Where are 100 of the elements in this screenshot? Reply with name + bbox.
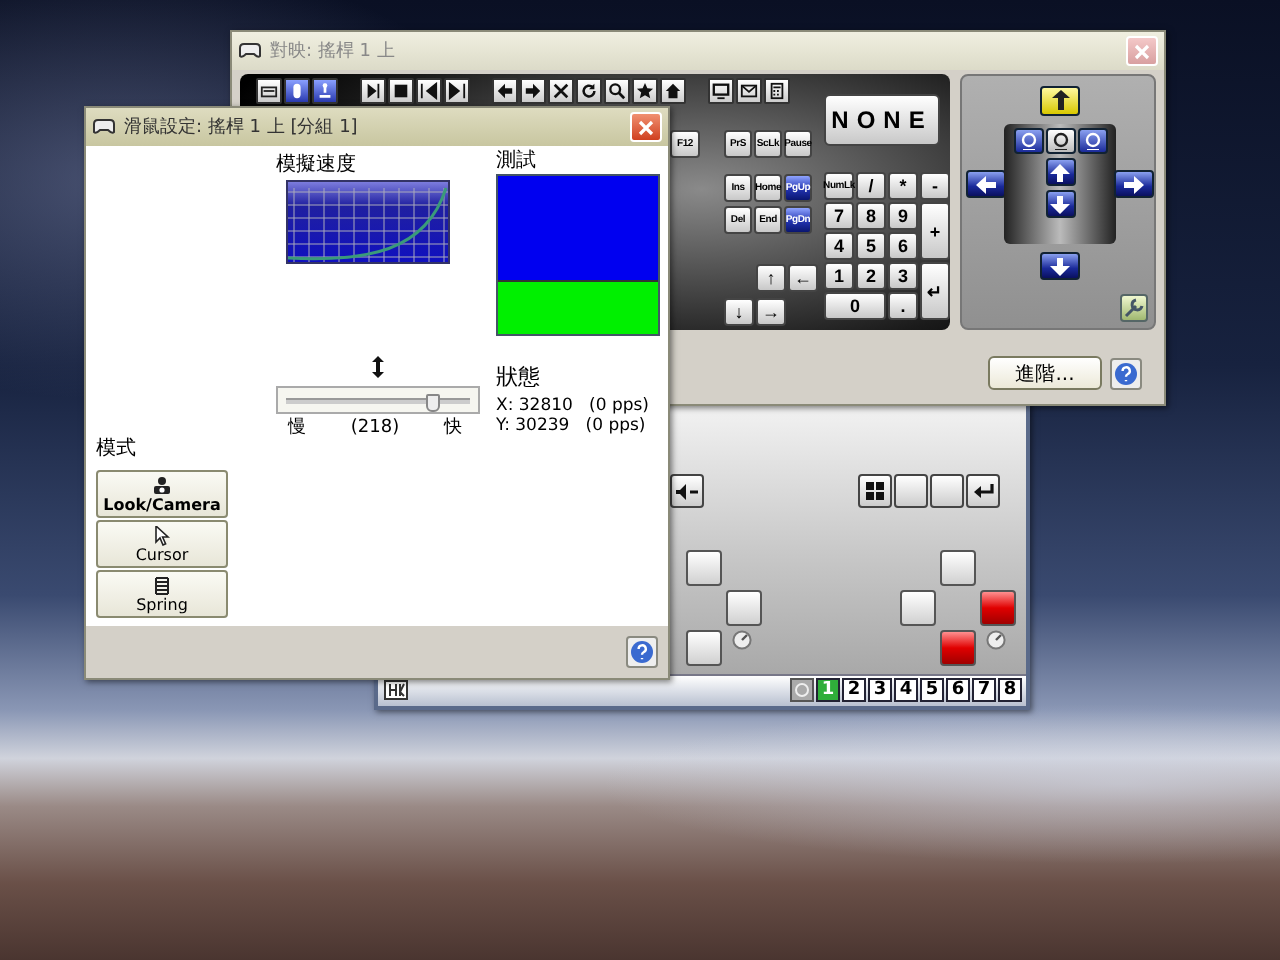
- enter-arrow-icon: [973, 483, 993, 499]
- up-button[interactable]: [1040, 85, 1080, 115]
- pad-key[interactable]: [940, 630, 976, 666]
- page-tab[interactable]: 4: [894, 678, 918, 702]
- cross-icon: [552, 82, 570, 100]
- toolbar-button[interactable]: [444, 78, 470, 104]
- monitor-icon: [712, 82, 730, 100]
- keyboard-key[interactable]: +: [920, 202, 950, 260]
- keyboard-key[interactable]: ←: [788, 264, 818, 292]
- camera-icon: [152, 475, 172, 495]
- none-button[interactable]: NONE: [824, 94, 940, 146]
- pad-key[interactable]: [980, 590, 1016, 626]
- toolbar-button[interactable]: [548, 78, 574, 104]
- status-text: X: 32810 (0 pps): [496, 396, 651, 416]
- advanced-button[interactable]: 進階...: [988, 356, 1102, 390]
- toolbar-button[interactable]: [764, 78, 790, 104]
- speed-slider[interactable]: [276, 386, 480, 414]
- toolbar-button[interactable]: [388, 78, 414, 104]
- keyboard-key[interactable]: [858, 474, 892, 508]
- keyboard-key[interactable]: 0: [824, 292, 886, 320]
- up-arrow-icon: [1051, 90, 1069, 110]
- help-button[interactable]: [1110, 357, 1142, 389]
- keyboard-key[interactable]: →: [756, 298, 786, 326]
- keyboard-key[interactable]: -: [920, 172, 950, 200]
- star-icon: [636, 82, 654, 100]
- close-button[interactable]: [630, 112, 662, 142]
- toolbar-button[interactable]: [312, 78, 338, 104]
- keyboard-key[interactable]: 3: [888, 262, 918, 290]
- pad-key[interactable]: [900, 590, 936, 626]
- toolbar-button[interactable]: [632, 78, 658, 104]
- keyboard-key[interactable]: ↑: [756, 264, 786, 292]
- keyboard-key[interactable]: ↵: [920, 262, 950, 320]
- keyboard-key[interactable]: 1: [824, 262, 854, 290]
- dial-icon: [986, 630, 1006, 650]
- next-icon: [448, 82, 466, 100]
- keyboard-mode-icon: [384, 680, 408, 700]
- view-button[interactable]: [1045, 128, 1075, 154]
- toolbar-button[interactable]: [360, 78, 386, 104]
- pad-key[interactable]: [686, 550, 722, 586]
- pad-key[interactable]: [940, 550, 976, 586]
- keyboard-key[interactable]: 6: [888, 232, 918, 260]
- pad-key[interactable]: [726, 590, 762, 626]
- keyboard-key[interactable]: 7: [824, 202, 854, 230]
- toolbar-button[interactable]: [492, 78, 518, 104]
- toolbar-button[interactable]: [284, 78, 310, 104]
- page-tab[interactable]: 8: [998, 678, 1022, 702]
- keyboard-key[interactable]: [930, 474, 964, 508]
- keyboard-key[interactable]: *: [888, 172, 918, 200]
- toolbar-button[interactable]: [604, 78, 630, 104]
- keyboard-key[interactable]: [894, 474, 928, 508]
- keyboard-key[interactable]: 2: [856, 262, 886, 290]
- forward-button[interactable]: [1045, 158, 1075, 186]
- mode-button[interactable]: Spring: [96, 570, 228, 618]
- home-icon: [664, 82, 682, 100]
- toolbar-button[interactable]: [736, 78, 762, 104]
- up-arrow-icon: [1050, 163, 1070, 181]
- down-button[interactable]: [1040, 252, 1080, 280]
- left-arrow-icon: [496, 82, 514, 100]
- keyboard-key[interactable]: 4: [824, 232, 854, 260]
- page-tab[interactable]: 3: [868, 678, 892, 702]
- page-tab[interactable]: 2: [842, 678, 866, 702]
- slider-thumb[interactable]: [425, 394, 440, 412]
- joystick-icon: [316, 82, 334, 100]
- close-icon: [638, 119, 654, 135]
- wrench-button[interactable]: [1120, 294, 1148, 322]
- right-button[interactable]: [1114, 170, 1154, 198]
- keyboard-key[interactable]: [966, 474, 1000, 508]
- toolbar-button[interactable]: [256, 78, 282, 104]
- mode-button[interactable]: Look/Camera: [96, 470, 228, 518]
- keyboard-key[interactable]: 5: [856, 232, 886, 260]
- head-left-icon: [1019, 132, 1037, 150]
- test-label: 測試: [496, 147, 538, 174]
- toolbar-button[interactable]: [416, 78, 442, 104]
- toolbar-button[interactable]: [660, 78, 686, 104]
- toolbar-button[interactable]: [708, 78, 734, 104]
- grid-icon: [790, 678, 814, 702]
- view-button[interactable]: [1077, 128, 1107, 154]
- mode-button[interactable]: Cursor: [96, 520, 228, 568]
- search-icon: [608, 82, 626, 100]
- keyboard-key[interactable]: 9: [888, 202, 918, 230]
- keyboard-key[interactable]: [670, 474, 704, 508]
- left-button[interactable]: [966, 170, 1006, 198]
- pad-key[interactable]: [686, 630, 722, 666]
- view-button[interactable]: [1013, 128, 1043, 154]
- toolbar-button[interactable]: [520, 78, 546, 104]
- previous-icon: [420, 82, 438, 100]
- keyboard-key[interactable]: ↓: [724, 298, 754, 326]
- down-arrow-icon: [1050, 257, 1070, 275]
- keyboard-key[interactable]: 8: [856, 202, 886, 230]
- speed-value: (218): [350, 418, 400, 440]
- page-tab[interactable]: 5: [920, 678, 944, 702]
- backward-button[interactable]: [1045, 190, 1075, 218]
- page-tab[interactable]: 6: [946, 678, 970, 702]
- keyboard-key[interactable]: /: [856, 172, 886, 200]
- toolbar-button[interactable]: [576, 78, 602, 104]
- window-title: 對映: 搖桿 1 上: [270, 39, 397, 64]
- page-tab[interactable]: 7: [972, 678, 996, 702]
- help-button[interactable]: [626, 636, 658, 668]
- right-arrow-icon: [1124, 175, 1144, 193]
- keyboard-key[interactable]: .: [888, 292, 918, 320]
